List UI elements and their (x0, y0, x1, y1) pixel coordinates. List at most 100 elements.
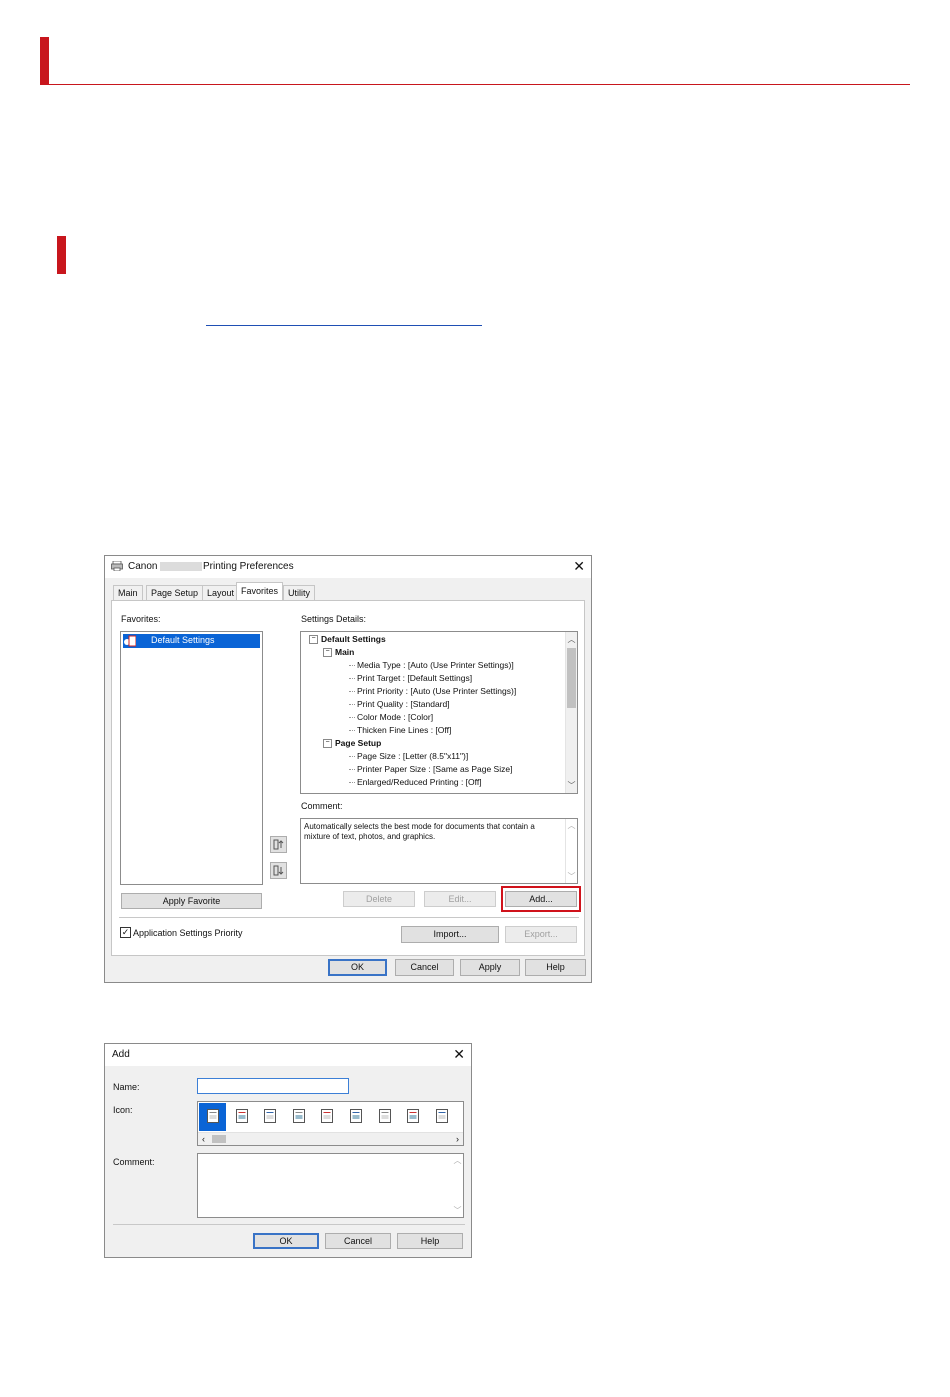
tab-favorites[interactable]: Favorites (236, 582, 284, 601)
tree-item[interactable]: Page Size : [Letter (8.5"x11")] (349, 750, 468, 763)
tree-item-label: Main (335, 647, 355, 657)
tree-item[interactable]: Printer Paper Size : [Same as Page Size] (349, 763, 512, 776)
favorites-list[interactable]: Default Settings (120, 631, 263, 885)
icon-option[interactable] (285, 1103, 312, 1131)
settings-details-tree[interactable]: − Default Settings − Main Media Type : [Auto… (300, 631, 578, 794)
tree-item[interactable]: Media Type : [Auto (Use Printer Settings… (349, 659, 514, 672)
move-up-button[interactable] (270, 836, 287, 853)
photo-icon (264, 1109, 277, 1125)
edit-icon (378, 1109, 391, 1125)
export-button[interactable]: Export... (505, 926, 577, 943)
tree-branch-icon (349, 704, 355, 706)
scroll-down-icon[interactable]: ﹀ (452, 1205, 463, 1216)
favorites-label: Favorites: (121, 614, 161, 624)
heading-rule (40, 84, 910, 85)
ok-button[interactable]: OK (253, 1233, 319, 1249)
close-icon[interactable]: ✕ (573, 558, 585, 574)
tree-item[interactable]: Enlarged/Reduced Printing : [Off] (349, 776, 482, 789)
scroll-down-icon[interactable]: ﹀ (566, 780, 577, 791)
icon-option[interactable] (199, 1103, 226, 1131)
add-button-highlight (501, 886, 581, 912)
tree-item[interactable]: − Page Setup (323, 737, 381, 750)
tree-branch-icon (349, 665, 355, 667)
tree-item[interactable]: Print Priority : [Auto (Use Printer Sett… (349, 685, 516, 698)
tree-item[interactable]: Thicken Fine Lines : [Off] (349, 724, 451, 737)
tree-item[interactable]: − Default Settings (309, 633, 386, 646)
vertical-scrollbar[interactable]: ︿ ﹀ (565, 632, 577, 793)
tree-item-label: Print Quality : [Standard] (357, 699, 450, 709)
import-button[interactable]: Import... (401, 926, 499, 943)
collapse-icon[interactable]: − (309, 635, 318, 645)
scroll-thumb[interactable] (567, 648, 576, 708)
favorite-icon (124, 635, 137, 647)
comment-scrollbar[interactable]: ︿ ﹀ (452, 1154, 463, 1217)
tab-page-setup[interactable]: Page Setup (146, 585, 204, 600)
settings-details-label: Settings Details: (301, 614, 367, 624)
tree-branch-icon (349, 756, 355, 758)
icon-option[interactable] (399, 1103, 426, 1131)
scroll-right-icon[interactable]: › (456, 1133, 459, 1145)
cancel-button[interactable]: Cancel (395, 959, 454, 976)
icon-option[interactable] (371, 1103, 398, 1131)
comment-textarea[interactable] (197, 1153, 464, 1218)
collapse-icon[interactable]: − (323, 648, 332, 658)
comment-label: Comment: (113, 1157, 155, 1167)
help-button[interactable]: Help (525, 959, 586, 976)
list-item[interactable]: Default Settings (123, 634, 260, 648)
tab-utility[interactable]: Utility (283, 585, 315, 600)
tree-item[interactable]: Color Mode : [Color] (349, 711, 433, 724)
move-up-icon (271, 839, 286, 854)
apply-favorite-button[interactable]: Apply Favorite (121, 893, 262, 909)
window-title-suffix: Printing Preferences (203, 561, 294, 572)
add-dialog-title: Add (112, 1049, 130, 1060)
apply-button[interactable]: Apply (460, 959, 520, 976)
help-button[interactable]: Help (397, 1233, 463, 1249)
separator (119, 917, 579, 918)
book-icon (350, 1109, 362, 1125)
comment-box[interactable]: Automatically selects the best mode for … (300, 818, 578, 884)
comment-scrollbar[interactable]: ︿ ﹀ (565, 819, 577, 883)
move-down-button[interactable] (270, 862, 287, 879)
chart-icon (407, 1109, 420, 1125)
name-label: Name: (113, 1082, 140, 1092)
scroll-up-icon[interactable]: ︿ (452, 1155, 463, 1166)
scroll-up-icon[interactable]: ︿ (566, 820, 577, 831)
list-item-label: Default Settings (151, 635, 215, 645)
horizontal-scrollbar[interactable]: ‹ › (198, 1132, 463, 1145)
tab-layout[interactable]: Layout (202, 585, 240, 600)
icon-option[interactable] (313, 1103, 340, 1131)
tree-item-label: Page Setup (335, 738, 382, 748)
add-dialog: Add ✕ Name: Icon: ‹ › Comment: ︿ ﹀ OK Ca… (104, 1043, 472, 1258)
edit-button[interactable]: Edit... (424, 891, 496, 907)
delete-button[interactable]: Delete (343, 891, 415, 907)
collapse-icon[interactable]: − (323, 739, 332, 749)
name-input[interactable] (197, 1078, 349, 1094)
icon-option[interactable] (428, 1103, 455, 1131)
printing-preferences-dialog: Canon Printing Preferences ✕ Main Page S… (104, 555, 592, 983)
text-icon (235, 1109, 248, 1125)
title-bar: Add ✕ (105, 1044, 471, 1066)
close-icon[interactable]: ✕ (453, 1046, 465, 1062)
cancel-button[interactable]: Cancel (325, 1233, 391, 1249)
icon-option[interactable] (256, 1103, 283, 1131)
scroll-up-icon[interactable]: ︿ (566, 634, 577, 645)
tree-item[interactable]: Print Target : [Default Settings] (349, 672, 472, 685)
scroll-down-icon[interactable]: ﹀ (566, 871, 577, 882)
scroll-thumb[interactable] (212, 1135, 226, 1143)
ok-button[interactable]: OK (328, 959, 387, 976)
comment-label: Comment: (301, 801, 343, 811)
tree-item[interactable]: − Main (323, 646, 354, 659)
icon-option[interactable] (228, 1103, 255, 1131)
application-settings-priority-checkbox[interactable]: ✓ (120, 927, 131, 938)
icon-picker[interactable]: ‹ › (197, 1101, 464, 1146)
tree-item-label: Color Mode : [Color] (357, 712, 434, 722)
tree-item-label: Print Target : [Default Settings] (357, 673, 473, 683)
link-underline[interactable] (206, 325, 482, 326)
tree-item-label: Thicken Fine Lines : [Off] (357, 725, 452, 735)
tree-branch-icon (349, 769, 355, 771)
icon-option[interactable] (342, 1103, 369, 1131)
tab-main[interactable]: Main (113, 585, 143, 600)
heading-accent-bar (40, 37, 49, 85)
scroll-left-icon[interactable]: ‹ (202, 1133, 205, 1145)
tree-item[interactable]: Print Quality : [Standard] (349, 698, 450, 711)
